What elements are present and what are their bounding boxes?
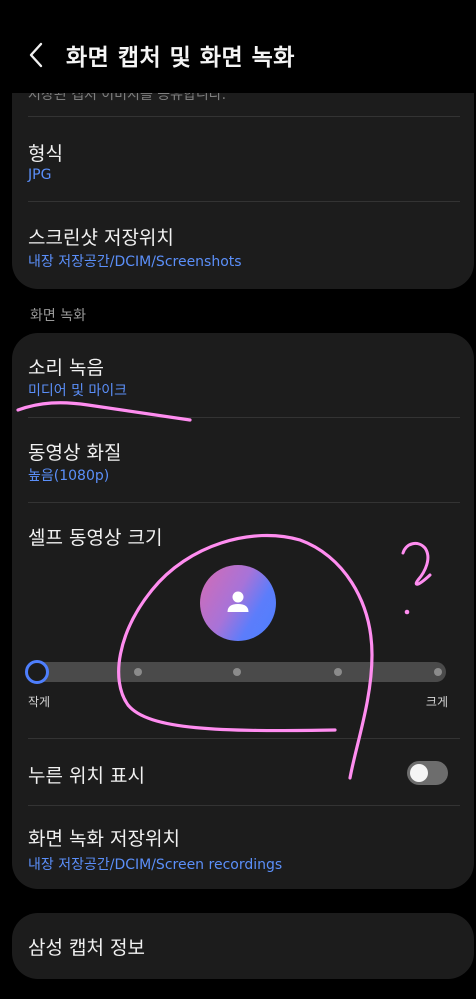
slider-step-dot[interactable]	[334, 668, 342, 676]
show-taps-toggle[interactable]	[407, 761, 448, 785]
divider	[28, 502, 460, 503]
back-button[interactable]	[22, 36, 50, 74]
screenshot-location-setting[interactable]: 스크린샷 저장위치 내장 저장공간/DCIM/Screenshots	[12, 202, 474, 289]
selfie-preview-circle	[200, 565, 276, 641]
chevron-left-icon	[29, 42, 43, 68]
recording-location-value: 내장 저장공간/DCIM/Screen recordings	[28, 857, 283, 873]
recording-location-title: 화면 녹화 저장위치	[28, 828, 180, 850]
video-quality-title: 동영상 화질	[28, 442, 122, 464]
sound-recording-value: 미디어 및 마이크	[28, 383, 128, 399]
slider-min-label: 작게	[28, 695, 51, 709]
screenshot-location-title: 스크린샷 저장위치	[28, 227, 174, 249]
screenshot-location-value: 내장 저장공간/DCIM/Screenshots	[28, 254, 242, 270]
format-setting[interactable]: 형식 JPG	[12, 117, 474, 201]
sound-recording-setting[interactable]: 소리 녹음 미디어 및 마이크	[12, 333, 474, 417]
about-samsung-capture: 삼성 캡처 정보	[28, 937, 145, 959]
toggle-knob	[410, 764, 428, 782]
selfie-video-size-title: 셀프 동영상 크기	[28, 527, 163, 549]
person-icon	[227, 591, 249, 612]
video-quality-value: 높음(1080p)	[28, 468, 110, 484]
format-title: 형식	[28, 143, 63, 165]
show-taps-title: 누른 위치 표시	[28, 765, 145, 787]
sound-recording-title: 소리 녹음	[28, 357, 104, 379]
format-value: JPG	[28, 167, 52, 183]
section-header-screen-recording: 화면 녹화	[30, 308, 86, 324]
screen-recording-card: 소리 녹음 미디어 및 마이크 동영상 화질 높음(1080p) 셀프 동영상 …	[12, 333, 474, 889]
cut-off-description: 저장된 캡처 이미지를 공유합니다.	[28, 93, 227, 103]
screenshot-settings-card: 저장된 캡처 이미지를 공유합니다. 형식 JPG 스크린샷 저장위치 내장 저…	[12, 93, 474, 289]
page-title: 화면 캡처 및 화면 녹화	[66, 45, 295, 71]
slider-step-dot[interactable]	[233, 668, 241, 676]
show-taps-setting[interactable]: 누른 위치 표시	[12, 739, 474, 805]
app-header: 화면 캡처 및 화면 녹화	[0, 0, 476, 100]
recording-location-setting[interactable]: 화면 녹화 저장위치 내장 저장공간/DCIM/Screen recording…	[12, 806, 474, 889]
slider-step-dot[interactable]	[134, 668, 142, 676]
slider-step-dot[interactable]	[434, 668, 442, 676]
video-quality-setting[interactable]: 동영상 화질 높음(1080p)	[12, 418, 474, 502]
about-card[interactable]: 삼성 캡처 정보	[12, 913, 474, 979]
slider-thumb[interactable]	[25, 660, 49, 684]
slider-max-label: 크게	[425, 695, 448, 709]
